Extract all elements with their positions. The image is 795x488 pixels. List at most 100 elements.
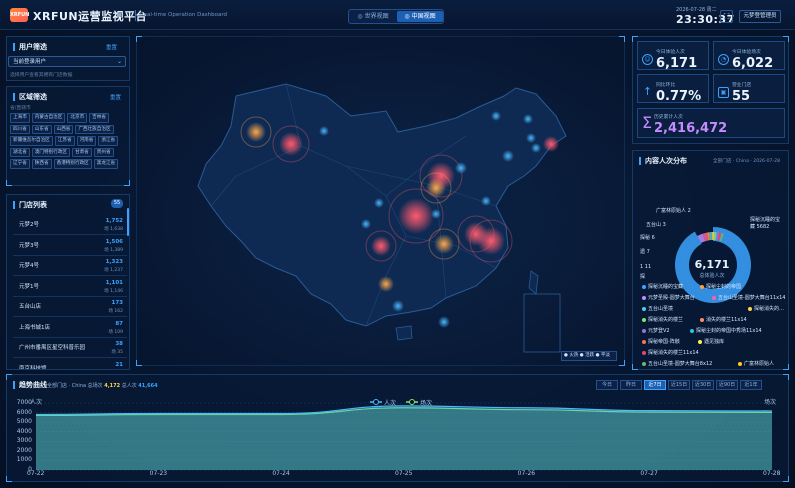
store-name: 南京科技馆 <box>19 365 47 370</box>
region-chip[interactable]: 澳门特别行政区 <box>31 147 70 157</box>
user-menu-button[interactable]: 元梦登管理员 <box>739 10 781 23</box>
map-hotspot[interactable] <box>491 111 501 121</box>
map-hotspot[interactable] <box>502 150 514 162</box>
region-chip[interactable]: 甘肃省 <box>71 147 92 157</box>
region-chip[interactable]: 陕西省 <box>31 159 52 169</box>
china-map[interactable] <box>136 36 625 366</box>
legend-dot <box>642 328 646 333</box>
store-list-panel: 门店列表 55 元梦2号 1,752 场 1,638 元梦3号 1,506 场 1,389… <box>6 194 130 370</box>
content-legend-item[interactable]: 五台山圣境 <box>642 305 673 312</box>
content-legend-item[interactable]: 探秘尘封的帝国中秀场11x14 <box>690 327 762 334</box>
content-legend-item[interactable]: 探秘消失的楼兰 <box>642 316 683 323</box>
map-hotspot[interactable] <box>431 209 441 219</box>
store-row[interactable]: 元梦4号 1,323 场 1,237 <box>13 256 127 276</box>
region-chip[interactable]: 四川省 <box>10 124 30 134</box>
map-hotspot[interactable] <box>426 178 446 198</box>
x-tick: 07-28 <box>763 470 781 477</box>
map-hotspot[interactable] <box>531 143 541 153</box>
region-chip[interactable]: 浙江省 <box>98 136 119 146</box>
china-view-button[interactable]: ◎ 中国视图 <box>397 11 443 22</box>
region-chip-list: 上海市 内蒙古自治区 北京市 吉林省四川省 山东省 山西省 广西壮族自治区新疆维吾尔自治区江… <box>10 113 122 169</box>
region-chip[interactable]: 山东省 <box>31 124 52 134</box>
map-hotspot[interactable] <box>319 126 329 136</box>
content-legend-item[interactable]: 探秘尘封的帝国 <box>700 283 741 290</box>
range-tab[interactable]: 近15日 <box>668 380 690 390</box>
x-tick: 07-23 <box>149 470 168 477</box>
legend-series-label[interactable]: 人次 <box>384 398 396 407</box>
store-row[interactable]: 元梦3号 1,506 场 1,389 <box>13 236 127 256</box>
content-legend-item[interactable]: 元梦登V2 <box>642 327 670 334</box>
range-tab[interactable]: 近90日 <box>716 380 738 390</box>
store-sub: 场 1,237 <box>104 268 123 273</box>
region-chip[interactable]: 辽宁省 <box>10 159 30 169</box>
map-hotspot[interactable] <box>392 300 404 312</box>
store-value: 1,506 <box>105 238 123 245</box>
map-hotspot[interactable] <box>523 114 533 124</box>
donut-segment[interactable] <box>711 232 715 241</box>
store-list-scrollbar[interactable] <box>127 208 129 236</box>
map-hotspot[interactable] <box>378 276 394 292</box>
content-legend-item[interactable]: 广富林原始人 <box>738 360 774 367</box>
map-hotspot[interactable] <box>481 196 491 206</box>
range-tab[interactable]: 近1年 <box>740 380 762 390</box>
region-chip[interactable]: 上海市 <box>10 113 30 123</box>
store-row[interactable]: 南京科技馆 21 场 19 <box>13 359 127 370</box>
content-legend-item[interactable]: 五台山圣境-圆梦大舞台11x14 <box>712 294 786 301</box>
region-chip[interactable]: 山西省 <box>53 124 74 134</box>
map-hotspot[interactable] <box>434 234 454 254</box>
legend-dot <box>642 317 646 322</box>
region-chip[interactable]: 香港特别行政区 <box>53 159 92 169</box>
legend-label: 五台山圣境 <box>648 306 674 312</box>
user-filter-reset[interactable]: 重置 <box>106 43 117 51</box>
legend-label: 五台山圣境-圆梦大舞台8x12 <box>648 361 713 367</box>
region-chip[interactable]: 河南省 <box>76 136 97 146</box>
fullscreen-button[interactable]: ⛶ <box>720 10 733 23</box>
content-legend-item[interactable]: 五台山圣境-圆梦大舞台8x12 <box>642 360 712 367</box>
content-legend-item[interactable]: 遇见独库 <box>698 338 724 345</box>
region-chip[interactable]: 黑龙江省 <box>93 159 119 169</box>
region-chip[interactable]: 北京市 <box>67 113 88 123</box>
store-row[interactable]: 元梦2号 1,752 场 1,638 <box>13 215 127 235</box>
map-hotspot[interactable] <box>374 198 384 208</box>
map-hotspot[interactable] <box>279 132 303 156</box>
region-chip[interactable]: 湖北省 <box>10 147 30 157</box>
range-tab[interactable]: 今日 <box>596 380 618 390</box>
map-hotspot[interactable] <box>526 133 536 143</box>
range-tab[interactable]: 昨日 <box>620 380 642 390</box>
world-view-label: 世界视图 <box>364 13 389 20</box>
store-row[interactable]: 上海书城1店 87 场 109 <box>13 318 127 338</box>
content-legend-item[interactable]: 探秘沉睡的宝藏 <box>642 283 683 290</box>
store-row[interactable]: 元梦1号 1,101 场 1,146 <box>13 277 127 297</box>
region-chip[interactable]: 广西壮族自治区 <box>75 124 114 134</box>
user-select[interactable]: 当前登录用户 ⌄ <box>8 56 126 67</box>
content-legend-item[interactable]: 探秘消失的… <box>748 305 784 312</box>
region-chip[interactable]: 新疆维吾尔自治区 <box>10 136 53 146</box>
map-hotspot[interactable] <box>455 162 467 174</box>
region-chip[interactable]: 贵州省 <box>93 147 114 157</box>
map-hotspot[interactable] <box>246 122 266 142</box>
map-hotspot[interactable] <box>361 219 371 229</box>
legend-series-label[interactable]: 场次 <box>420 398 432 407</box>
range-tab[interactable]: 近7日 <box>644 380 666 390</box>
region-chip[interactable]: 内蒙古自治区 <box>31 113 66 123</box>
trend-title: 趋势曲线 <box>13 381 47 389</box>
region-chip[interactable]: 吉林省 <box>89 113 109 123</box>
content-legend-item[interactable]: 元梦圣殿-圆梦大舞台 <box>642 294 695 301</box>
store-row[interactable]: 广州市番禺区星空科普乐园 38 场 35 <box>13 338 127 358</box>
region-chip[interactable]: 江苏省 <box>54 136 75 146</box>
content-legend-item[interactable]: 消失的楼兰11x14 <box>700 316 747 323</box>
content-legend-item[interactable]: 探秘帝国-阵骸 <box>642 338 680 345</box>
region-filter-reset[interactable]: 重置 <box>110 93 121 101</box>
store-row[interactable]: 五台山店 173 场 162 <box>13 297 127 317</box>
content-legend-item[interactable]: 探秘消失的楼兰11x14 <box>642 349 699 356</box>
map-hotspot[interactable] <box>477 227 505 255</box>
world-view-button[interactable]: ◎ 世界视图 <box>350 11 396 22</box>
map-hotspot[interactable] <box>398 198 434 234</box>
range-tab[interactable]: 近30日 <box>692 380 714 390</box>
legend-label: 探秘尘封的帝国中秀场11x14 <box>696 328 762 334</box>
map-hotspot[interactable] <box>543 136 559 152</box>
map-hotspot[interactable] <box>438 316 450 328</box>
legend-dot <box>642 361 646 366</box>
map-hotspot[interactable] <box>371 236 391 256</box>
user-filter-title: 用户筛选 <box>13 43 47 51</box>
